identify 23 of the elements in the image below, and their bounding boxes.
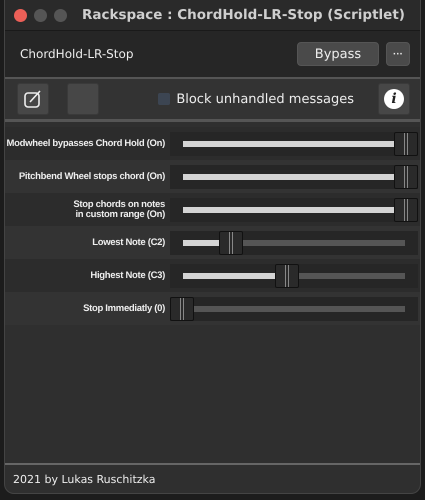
parameter-label: Lowest Note (C2) xyxy=(91,238,166,248)
plugin-name: ChordHold-LR-Stop xyxy=(20,47,134,61)
slider-thumb[interactable] xyxy=(275,264,300,288)
parameter-label: Stop Immediatly (0) xyxy=(82,304,166,314)
parameter-label: Highest Note (C3) xyxy=(89,270,166,280)
checkbox[interactable] xyxy=(158,93,170,105)
footer-text: 2021 by Lukas Ruschitzka xyxy=(13,472,156,486)
slider-thumb[interactable] xyxy=(394,198,418,222)
bypass-button[interactable]: Bypass xyxy=(297,42,379,66)
edit-button[interactable] xyxy=(17,83,49,115)
checkbox-label: Block unhandled messages xyxy=(176,92,354,106)
parameter-label: Pitchbend Wheel stops chord (On) xyxy=(18,172,166,182)
edit-icon xyxy=(23,89,43,109)
close-button[interactable] xyxy=(14,8,27,22)
slider-thumb[interactable] xyxy=(219,230,244,254)
slider-thumb[interactable] xyxy=(170,296,194,320)
slider-thumb[interactable] xyxy=(394,164,418,188)
parameter-label: Modwheel bypasses Chord Hold (On) xyxy=(6,138,166,148)
slider-thumb[interactable] xyxy=(394,132,418,156)
parameter-label: Stop chords on notes in custom range (On) xyxy=(72,200,166,220)
info-button[interactable]: i xyxy=(378,83,410,115)
window-title: Rackspace : ChordHold-LR-Stop (Scriptlet) xyxy=(82,7,405,23)
more-button[interactable]: ··· xyxy=(386,42,410,66)
